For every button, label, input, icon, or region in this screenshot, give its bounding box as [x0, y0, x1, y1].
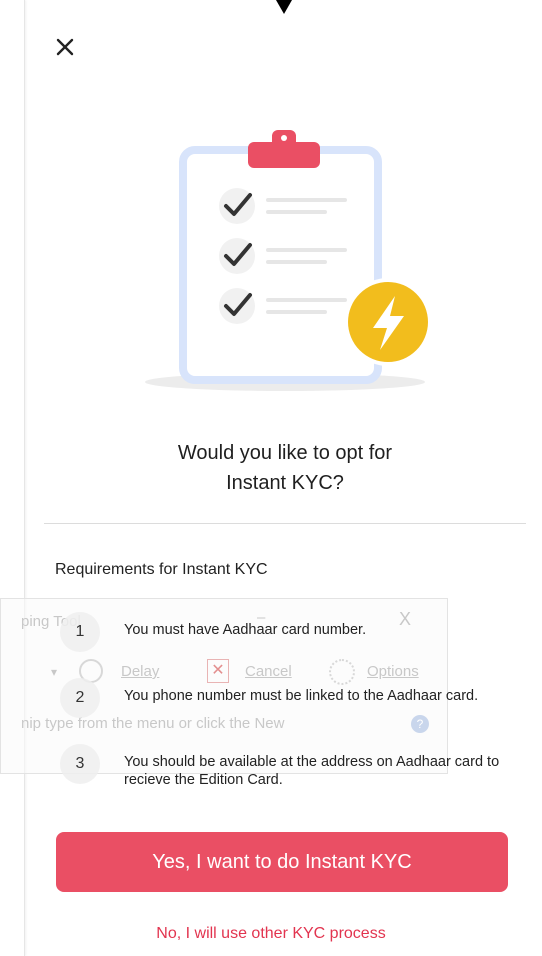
- requirement-item: 3 You should be available at the address…: [60, 744, 520, 800]
- lightning-badge: [344, 278, 432, 366]
- requirements-title: Requirements for Instant KYC: [55, 561, 268, 578]
- requirement-item: 1 You must have Aadhaar card number.: [60, 612, 520, 668]
- question-line-1: Would you like to opt for: [177, 442, 393, 464]
- requirement-number: 2: [60, 678, 100, 718]
- close-icon: [56, 38, 74, 56]
- divider: [44, 523, 526, 524]
- requirement-item: 2 You phone number must be linked to the…: [60, 678, 520, 734]
- left-panel-edge: [0, 0, 25, 956]
- close-button[interactable]: [50, 32, 80, 62]
- ghost-caret-icon: ▾: [51, 665, 58, 679]
- clipboard-board: [179, 146, 382, 384]
- requirement-text: You should be available at the address o…: [124, 754, 500, 788]
- requirement-number: 3: [60, 744, 100, 784]
- pointer-arrow-icon: [276, 0, 292, 14]
- requirement-text: You phone number must be linked to the A…: [124, 688, 479, 704]
- question-line-2: Instant KYC?: [226, 472, 344, 494]
- clipboard-checklist-lightning-illustration: [145, 130, 432, 391]
- other-kyc-link[interactable]: No, I will use other KYC process: [56, 925, 486, 943]
- requirement-text: You must have Aadhaar card number.: [124, 622, 367, 638]
- kyc-question: Would you like to opt for Instant KYC?: [100, 438, 470, 498]
- instant-kyc-button[interactable]: Yes, I want to do Instant KYC: [56, 832, 508, 892]
- requirement-number: 1: [60, 612, 100, 652]
